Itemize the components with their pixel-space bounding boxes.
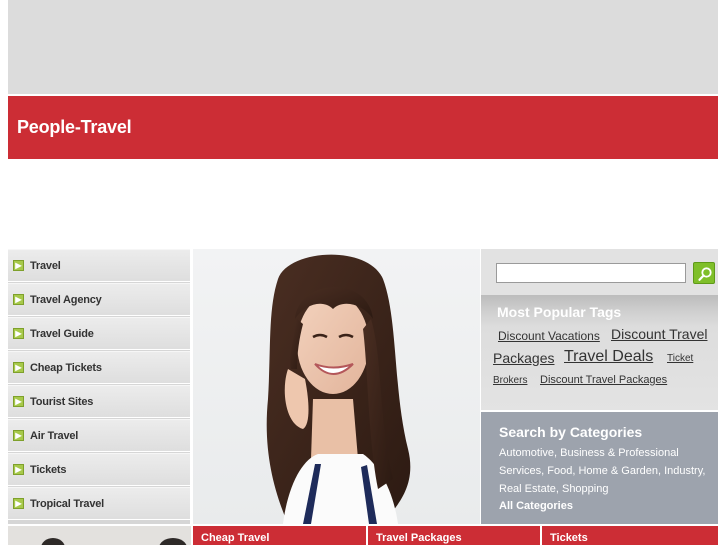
arrow-box-icon: ▶ [13,260,24,271]
sidebar-nav: ▶ Travel ▶ Travel Agency ▶ Travel Guide … [8,249,190,524]
sidebar-item-label: Travel [30,259,61,272]
tag-link[interactable]: Travel Deals [564,348,653,366]
arrow-box-icon: ▶ [13,362,24,373]
tag-link[interactable]: Ticket [667,353,693,364]
arrow-box-icon: ▶ [13,328,24,339]
arrow-box-icon: ▶ [13,464,24,475]
tags-title: Most Popular Tags [497,304,622,320]
top-banner [8,0,718,94]
site-header: People-Travel [8,96,718,159]
popular-tags: Most Popular Tags Discount Vacations Dis… [481,295,718,410]
all-categories-link[interactable]: All Categories [499,500,573,512]
tag-link[interactable]: Discount Travel [611,326,707,342]
woman-portrait-image [266,254,411,524]
tag-link[interactable]: Discount Vacations [498,329,600,343]
search-area [481,249,718,295]
sidebar-item-tickets[interactable]: ▶ Tickets [8,453,190,486]
sidebar-item-cheap-tickets[interactable]: ▶ Cheap Tickets [8,351,190,384]
sidebar-item-tourist-sites[interactable]: ▶ Tourist Sites [8,385,190,418]
site-title[interactable]: People-Travel [17,117,132,138]
sidebar-item-travel[interactable]: ▶ Travel [8,249,190,282]
arrow-box-icon: ▶ [13,294,24,305]
magnifier-icon [698,267,712,281]
arrow-box-icon: ▶ [13,498,24,509]
arrow-box-icon: ▶ [13,430,24,441]
sidebar-item-label: Travel Guide [30,327,94,340]
sidebar-item-label: Air Travel [30,429,79,442]
sidebar-item-label: Tropical Travel [30,497,105,510]
categories-list[interactable]: Automotive, Business & Professional Serv… [499,444,713,498]
sidebar-item-air-travel[interactable]: ▶ Air Travel [8,419,190,452]
sidebar-item-travel-agency[interactable]: ▶ Travel Agency [8,283,190,316]
bottom-photo [8,526,191,545]
tag-link[interactable]: Discount Travel Packages [540,374,667,386]
search-input[interactable] [496,263,686,283]
sidebar-item-label: Tourist Sites [30,395,94,408]
tab-tickets[interactable]: Tickets [542,526,718,545]
tab-cheap-travel[interactable]: Cheap Travel [193,526,366,545]
people-photo-image [41,538,187,545]
tag-link[interactable]: Brokers [493,375,527,386]
sidebar-item-label: Cheap Tickets [30,361,102,374]
tab-travel-packages[interactable]: Travel Packages [368,526,540,545]
hero-photo [193,249,480,524]
sidebar-item-tropical-travel[interactable]: ▶ Tropical Travel [8,487,190,520]
tag-link[interactable]: Packages [493,350,554,366]
search-by-categories: Search by Categories Automotive, Busines… [481,412,718,524]
categories-title: Search by Categories [499,424,643,440]
search-button[interactable] [693,262,715,284]
sidebar-item-travel-guide[interactable]: ▶ Travel Guide [8,317,190,350]
sidebar-item-label: Tickets [30,463,67,476]
sidebar-item-label: Travel Agency [30,293,102,306]
arrow-box-icon: ▶ [13,396,24,407]
